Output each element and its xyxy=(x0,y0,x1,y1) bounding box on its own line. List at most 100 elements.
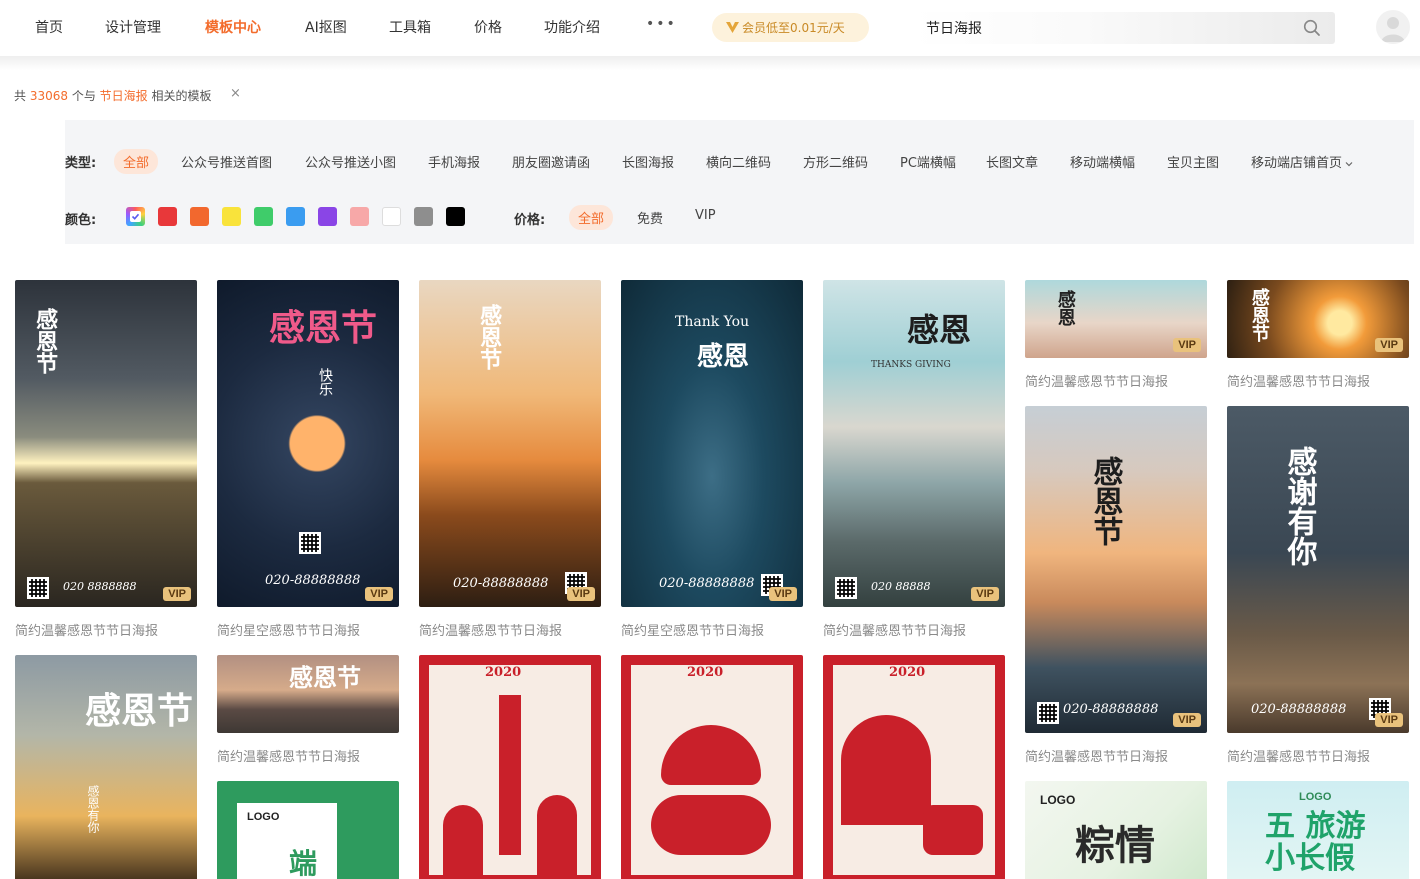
poster-phone-text: 020-88888888 xyxy=(1251,702,1347,717)
nav-pricing[interactable]: 价格 xyxy=(474,17,502,37)
nav-home[interactable]: 首页 xyxy=(35,17,63,37)
poster-title-text: 感恩节 xyxy=(476,304,503,370)
template-thumbnail: 感恩 THANKS GIVING 020 88888 VIP xyxy=(823,280,1005,607)
type-square-qr[interactable]: 方形二维码 xyxy=(803,152,868,171)
template-title: 简约星空感恩节节日海报 xyxy=(217,624,361,639)
template-thumbnail: 感恩节 xyxy=(217,655,399,733)
poster-title-text: 五 旅游 小长假 xyxy=(1265,809,1366,876)
qr-code-icon xyxy=(835,577,857,599)
type-product-image[interactable]: 宝贝主图 xyxy=(1167,152,1219,171)
template-thumbnail: Thank You 感恩 020-88888888 VIP xyxy=(621,280,803,607)
poster-title-text: 感恩节 xyxy=(269,307,378,349)
template-title: 简约星空感恩节节日海报 xyxy=(621,624,765,639)
color-swatch-all[interactable] xyxy=(126,207,145,226)
search-input[interactable] xyxy=(926,18,1286,38)
poster-title-text: 感恩节 xyxy=(1248,288,1270,342)
price-vip[interactable]: VIP xyxy=(695,208,716,223)
template-card[interactable]: LOGO 粽情 xyxy=(1025,781,1207,879)
poster-title-text: 感恩 xyxy=(697,342,750,372)
template-card[interactable]: Thank You 感恩 020-88888888 VIP 简约星空感恩节节日海… xyxy=(621,280,803,639)
paper-cut-table xyxy=(651,795,771,855)
type-mobile-banner[interactable]: 移动端横幅 xyxy=(1070,152,1135,171)
template-thumbnail: 感恩节 020 8888888 VIP xyxy=(15,280,197,607)
type-mobile-poster[interactable]: 手机海报 xyxy=(428,152,480,171)
template-card[interactable]: 2020 xyxy=(621,655,803,879)
poster-phone-text: 020 88888 xyxy=(871,580,931,593)
type-long-poster[interactable]: 长图海报 xyxy=(622,152,674,171)
top-navigation-bar: 首页 设计管理 模板中心 AI抠图 工具箱 价格 功能介绍 ••• 会员低至0.… xyxy=(0,0,1420,56)
color-swatch-white[interactable] xyxy=(382,207,401,226)
template-thumbnail: 2020 xyxy=(621,655,803,879)
color-swatch-pink[interactable] xyxy=(350,207,369,226)
poster-year-text: 2020 xyxy=(889,665,926,680)
qr-code-icon xyxy=(1037,702,1059,724)
type-filter-label: 类型: xyxy=(65,156,97,171)
template-card[interactable]: 感恩节 020 8888888 VIP 简约温馨感恩节节日海报 xyxy=(15,280,197,639)
type-wechat-thumb[interactable]: 公众号推送小图 xyxy=(305,152,396,171)
vip-promo-text: 会员低至0.01元/天 xyxy=(742,21,845,35)
result-keyword: 节日海报 xyxy=(99,89,148,103)
color-swatch-gray[interactable] xyxy=(414,207,433,226)
nav-features[interactable]: 功能介绍 xyxy=(544,17,600,37)
template-thumbnail: LOGO 端 xyxy=(217,781,399,879)
poster-title-text: 感恩 xyxy=(907,311,972,349)
nav-design-management[interactable]: 设计管理 xyxy=(105,17,161,37)
poster-logo-text: LOGO xyxy=(1040,793,1076,807)
type-wechat-cover[interactable]: 公众号推送首图 xyxy=(181,152,272,171)
template-thumbnail: LOGO 粽情 xyxy=(1025,781,1207,879)
more-menu-button[interactable]: ••• xyxy=(646,16,677,32)
type-pc-banner[interactable]: PC端横幅 xyxy=(900,152,956,171)
template-title: 简约温馨感恩节节日海报 xyxy=(1227,750,1371,765)
nav-template-center[interactable]: 模板中心 xyxy=(205,17,261,37)
color-swatch-black[interactable] xyxy=(446,207,465,226)
vip-badge: VIP xyxy=(567,587,595,601)
poster-subtitle-text: 快乐 xyxy=(317,368,333,396)
template-card[interactable]: 感恩节 简约温馨感恩节节日海报 xyxy=(217,655,399,765)
template-card[interactable]: 感谢有你 020-88888888 VIP 简约温馨感恩节节日海报 xyxy=(1227,406,1409,765)
vip-badge: VIP xyxy=(1375,713,1403,727)
template-card[interactable]: 感恩节 020-88888888 VIP 简约温馨感恩节节日海报 xyxy=(419,280,601,639)
template-card[interactable]: 感恩 VIP 简约温馨感恩节节日海报 xyxy=(1025,280,1207,390)
template-card[interactable]: 感恩节 VIP 简约温馨感恩节节日海报 xyxy=(1227,280,1409,390)
paper-cut-tower xyxy=(499,695,521,855)
poster-year-text: 2020 xyxy=(687,665,724,680)
color-swatch-blue[interactable] xyxy=(286,207,305,226)
template-thumbnail: 感恩 VIP xyxy=(1025,280,1207,358)
price-all[interactable]: 全部 xyxy=(569,205,614,230)
price-free[interactable]: 免费 xyxy=(637,208,663,227)
color-swatch-green[interactable] xyxy=(254,207,273,226)
poster-phone-text: 020 8888888 xyxy=(63,580,137,593)
template-title: 简约温馨感恩节节日海报 xyxy=(1025,375,1169,390)
poster-title-text: 感恩节 xyxy=(289,663,361,692)
color-swatch-purple[interactable] xyxy=(318,207,337,226)
search-icon[interactable] xyxy=(1303,19,1321,37)
template-card[interactable]: 感恩节 感恩有你 xyxy=(15,655,197,879)
chevron-down-icon xyxy=(1345,161,1353,166)
template-card[interactable]: LOGO 五 旅游 小长假 xyxy=(1227,781,1409,879)
color-swatch-yellow[interactable] xyxy=(222,207,241,226)
type-mobile-shop-home-label: 移动端店铺首页 xyxy=(1251,156,1343,171)
template-card[interactable]: 感恩节 020-88888888 VIP 简约温馨感恩节节日海报 xyxy=(1025,406,1207,765)
clear-keyword-button[interactable]: × xyxy=(230,86,241,101)
poster-title-text: 感恩节 xyxy=(1087,456,1123,546)
template-card[interactable]: 2020 xyxy=(823,655,1005,879)
template-card[interactable]: 感恩节 快乐 020-88888888 VIP 简约星空感恩节节日海报 xyxy=(217,280,399,639)
type-all[interactable]: 全部 xyxy=(114,149,159,174)
color-swatch-orange[interactable] xyxy=(190,207,209,226)
template-thumbnail: LOGO 五 旅游 小长假 xyxy=(1227,781,1409,879)
user-avatar[interactable] xyxy=(1376,10,1410,44)
type-horizontal-qr[interactable]: 横向二维码 xyxy=(706,152,771,171)
type-long-article[interactable]: 长图文章 xyxy=(986,152,1038,171)
template-card[interactable]: 感恩 THANKS GIVING 020 88888 VIP 简约温馨感恩节节日… xyxy=(823,280,1005,639)
type-mobile-shop-home[interactable]: 移动端店铺首页 xyxy=(1251,152,1353,171)
nav-ai-cutout[interactable]: AI抠图 xyxy=(305,17,347,37)
vip-promo-button[interactable]: 会员低至0.01元/天 xyxy=(712,13,869,42)
nav-toolbox[interactable]: 工具箱 xyxy=(389,17,431,37)
template-title: 简约温馨感恩节节日海报 xyxy=(419,624,563,639)
template-title: 简约温馨感恩节节日海报 xyxy=(217,750,361,765)
template-card[interactable]: LOGO 端 xyxy=(217,781,399,879)
paper-cut-figure xyxy=(841,715,931,825)
type-moments-invite[interactable]: 朋友圈邀请函 xyxy=(512,152,590,171)
color-swatch-red[interactable] xyxy=(158,207,177,226)
template-card[interactable]: 2020 xyxy=(419,655,601,879)
